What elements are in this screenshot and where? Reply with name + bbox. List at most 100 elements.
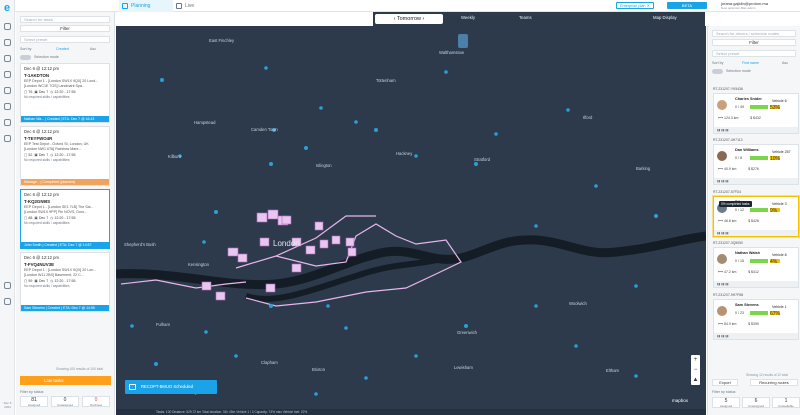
user-subtitle: New optimizer Mac admin	[721, 6, 756, 10]
status-declined[interactable]: 0 Declined	[82, 396, 110, 407]
map-label: East Finchley	[209, 38, 235, 43]
route-card[interactable]: Dan Williams Vehicle 257 0 / 8 10% ⟷ 40.9 km…	[713, 144, 799, 185]
status-assigned[interactable]: 5 Assigned	[712, 397, 740, 408]
tab-planning[interactable]: Planning	[119, 0, 173, 12]
route-distance: 40.9 km	[724, 167, 737, 171]
tasks-icon[interactable]	[3, 55, 11, 62]
route-cost: $276	[751, 167, 759, 171]
day-navigator[interactable]: ‹ Tomorrow ›	[375, 14, 443, 24]
task-card[interactable]: Dec 6 @ 12:12 pm T-KQ2GN9IS EEP Depot 1 - …	[20, 189, 110, 249]
route-distance: 47.2 km	[724, 270, 737, 274]
route-stats-bar: Tasks: 100 Distance: 529.72 km Total dur…	[116, 409, 706, 415]
map-display-select[interactable]: Map Display	[653, 15, 677, 20]
task-skills: No required skills / capabilities	[24, 221, 70, 225]
status-unavailable[interactable]: 1 Unavailable	[772, 397, 800, 408]
view-select[interactable]: Weekly	[461, 15, 475, 20]
beta-button[interactable]: BETA	[667, 2, 707, 9]
task-results-count: Showing 100 results of 100 total	[56, 367, 103, 371]
route-metrics: ⟷ 84.9 km $ $399	[718, 322, 759, 326]
task-card[interactable]: Dec 6 @ 12:12 pm T-FVQ4NUV3E EEP Depot 1 -…	[20, 252, 110, 312]
map-label: Lewisham	[454, 365, 473, 370]
route-sequence-bar[interactable]: RECOPT-BMUO Scheduled	[125, 380, 217, 394]
task-skills: No required skills / capabilities	[24, 284, 70, 288]
drivers-icon[interactable]	[3, 71, 11, 78]
driver-name: Charles Snider	[735, 97, 762, 101]
task-search-input[interactable]: Search for tasks	[20, 16, 110, 23]
filter-by-status-label: Filter by status	[712, 390, 736, 394]
task-time: 12:20 - 17:55	[54, 216, 76, 220]
analytics-icon[interactable]	[3, 135, 11, 142]
teams-select[interactable]: Teams	[519, 15, 532, 20]
routes-icon[interactable]	[3, 39, 11, 46]
map-toolbar: ‹ Tomorrow › Weekly Teams Map Display	[373, 12, 705, 26]
map-label: Eltham	[606, 368, 620, 373]
vehicles-icon[interactable]	[3, 87, 11, 94]
selection-mode-label: Selection mode	[726, 69, 751, 73]
export-button[interactable]: Export	[712, 379, 738, 386]
map-label: Tottenham	[376, 78, 396, 83]
driver-name: Sam Stevens	[735, 303, 759, 307]
driver-preset-select[interactable]: Select preset	[712, 50, 796, 57]
route-card[interactable]: EthanVehicle 30 / 129%⟷ 46.8 km $ $426▮▮…	[713, 196, 799, 237]
zoom-controls[interactable]: + − ▲	[691, 355, 700, 385]
driver-filter-button[interactable]: Filter	[712, 39, 796, 46]
status-unassigned[interactable]: 6 Unassigned	[742, 397, 770, 408]
route-card[interactable]: Sam Stevens Vehicle 1 0 / 23 67% ⟷ 84.9 km $…	[713, 299, 799, 340]
selection-mode-toggle[interactable]: Selection mode	[712, 68, 796, 74]
tab-live[interactable]: Live	[173, 0, 213, 12]
task-id[interactable]: T-KQ2GN9IS	[21, 197, 109, 204]
zoom-in-button[interactable]: +	[691, 355, 700, 365]
route-metrics: ⟷ 47.2 km $ $412	[718, 270, 759, 274]
task-id[interactable]: T-1AKDTON	[21, 71, 109, 78]
task-filter-button[interactable]: Filter	[20, 25, 110, 32]
customers-icon[interactable]	[3, 103, 11, 110]
settings-icon[interactable]	[3, 282, 11, 289]
task-quantity: 52	[28, 153, 33, 157]
late-tasks-bar[interactable]: Late tasks	[20, 376, 111, 385]
route-card[interactable]: Charles Snider Vehicle 6 0 / 49 53% ⟷ 124.3 …	[713, 93, 799, 134]
completion-tooltip: 0% completed tasks	[719, 201, 752, 207]
sort-direction[interactable]: Asc	[782, 61, 788, 65]
task-progress: 0 / 12	[735, 208, 744, 212]
enterprise-plan-badge[interactable]: Enterprise plan ✕	[616, 2, 654, 9]
toggle-switch[interactable]	[20, 55, 31, 60]
map-label: Camden Town	[251, 127, 278, 132]
sort-select[interactable]: First name	[742, 61, 759, 65]
sort-select[interactable]: Created	[56, 47, 69, 51]
task-status-footer: Nathan Wa... | Created | ETA: Dec 7 @ 16…	[21, 116, 109, 122]
capacity-percent: 67%	[770, 311, 781, 317]
task-id[interactable]: T-TEYFWO4R	[21, 134, 109, 141]
map-label: Stratford	[474, 157, 491, 162]
route-id: RT-231207-9H7P68	[713, 293, 744, 297]
route-card[interactable]: Nathan Walsh Vehicle 8 0 / 15 4% ⟷ 47.2 km $…	[713, 247, 799, 288]
task-id[interactable]: T-FVQ4NUV3E	[21, 260, 109, 267]
task-card[interactable]: Dec 6 @ 12:12 pm T-TEYFWO4R EEP Test Depot…	[20, 126, 110, 186]
compass-icon[interactable]: ▲	[691, 375, 700, 385]
route-id: RT-231207-YK5436	[713, 87, 743, 91]
task-progress: 0 / 8	[735, 156, 742, 160]
toggle-switch[interactable]	[712, 69, 723, 74]
app-logo[interactable]: e	[0, 2, 14, 14]
selection-mode-toggle[interactable]: Selection mode	[20, 54, 110, 60]
status-unassigned[interactable]: 0 Unassigned	[51, 396, 79, 407]
help-icon[interactable]	[3, 298, 11, 305]
recurring-routes-button[interactable]: Recurring routes	[750, 379, 798, 386]
user-menu[interactable]: jorana.gajidin@protom.ma New optimizer M…	[721, 1, 768, 11]
route-cost: $399	[751, 322, 759, 326]
reports-icon[interactable]	[3, 119, 11, 126]
task-preset-select[interactable]: Select preset	[20, 36, 110, 43]
map-label: Barking	[636, 166, 651, 171]
status-assigned[interactable]: 81 Assigned	[20, 396, 48, 407]
route-distance: 84.9 km	[724, 322, 737, 326]
driver-search-input[interactable]: Search for drivers / schedule routes	[712, 30, 796, 37]
map-label: London	[273, 239, 300, 248]
task-date: Dec 6 @ 12:12 pm	[24, 66, 59, 71]
sort-direction[interactable]: Asc	[90, 47, 96, 51]
zoom-out-button[interactable]: −	[691, 365, 700, 375]
map-label: Hackney	[396, 151, 413, 156]
task-card[interactable]: Dec 6 @ 12:12 pm T-1AKDTON EEP Depot 1 - […	[20, 63, 110, 123]
dashboard-icon[interactable]	[3, 23, 11, 30]
task-day: Dec 7	[38, 279, 49, 283]
route-map[interactable]: East Finchley Walthamstow Hampstead Ilfo…	[116, 26, 706, 409]
vehicle-name: Vehicle 6	[772, 99, 787, 103]
